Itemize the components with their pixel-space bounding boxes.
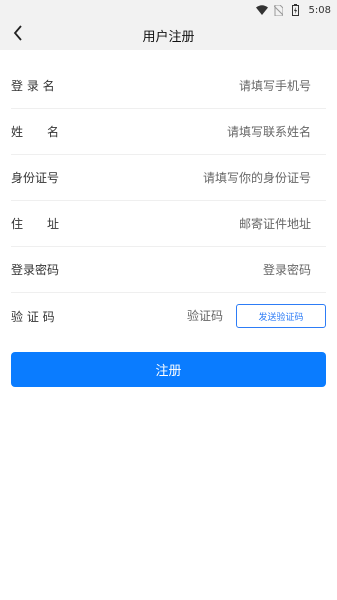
back-button[interactable] <box>6 23 30 47</box>
status-time: 5:08 <box>308 4 331 16</box>
id-number-label: 身份证号 <box>11 171 60 185</box>
chevron-left-icon <box>13 25 23 45</box>
verification-code-input[interactable] <box>71 309 236 323</box>
submit-wrap: 注册 <box>0 339 337 387</box>
send-code-button[interactable]: 发送验证码 <box>236 304 326 328</box>
login-name-row: 登 录 名 <box>11 50 326 109</box>
address-label: 住 址 <box>11 217 60 231</box>
wifi-icon <box>255 4 268 16</box>
password-row: 登录密码 <box>11 247 326 293</box>
verification-code-row: 验 证 码 发送验证码 <box>11 293 326 339</box>
login-name-input[interactable] <box>71 78 326 93</box>
address-input[interactable] <box>71 216 326 231</box>
registration-form: 登 录 名 姓 名 身份证号 住 址 登录密码 验 证 码 发送验证码 <box>0 50 337 339</box>
password-input[interactable] <box>71 262 326 277</box>
page-title: 用户注册 <box>142 29 195 45</box>
status-bar: 5:08 <box>0 0 337 20</box>
id-number-row: 身份证号 <box>11 155 326 201</box>
login-name-label: 登 录 名 <box>11 79 55 93</box>
password-label: 登录密码 <box>11 263 60 277</box>
name-label: 姓 名 <box>11 125 60 139</box>
name-row: 姓 名 <box>11 109 326 155</box>
verification-code-label: 验 证 码 <box>11 309 55 324</box>
battery-icon <box>290 4 302 16</box>
id-number-input[interactable] <box>71 170 326 185</box>
name-input[interactable] <box>71 124 326 139</box>
no-sim-icon <box>273 4 285 16</box>
register-button[interactable]: 注册 <box>11 352 326 387</box>
nav-bar: 用户注册 <box>0 20 337 50</box>
address-row: 住 址 <box>11 201 326 247</box>
